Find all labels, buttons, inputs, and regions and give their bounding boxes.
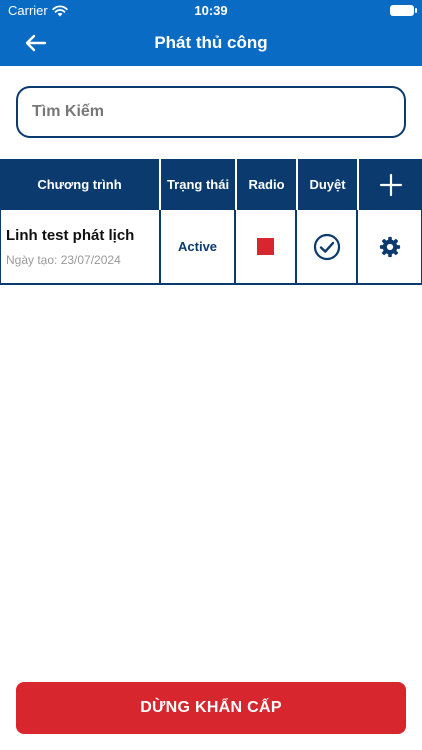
- page-title: Phát thủ công: [154, 33, 268, 52]
- status-cell: Active: [161, 210, 237, 283]
- column-header-program: Chương trình: [0, 159, 161, 210]
- table-header: Chương trình Trạng thái Radio Duyệt: [0, 159, 422, 210]
- emergency-stop-button[interactable]: DỪNG KHẨN CẤP: [16, 682, 406, 734]
- column-header-radio: Radio: [237, 159, 298, 210]
- app-header: Carrier 10:39 Phát thủ công: [0, 0, 422, 66]
- settings-cell: [358, 210, 421, 283]
- status-bar: Carrier 10:39: [0, 0, 422, 22]
- radio-cell: [236, 210, 298, 283]
- gear-icon[interactable]: [379, 236, 401, 258]
- program-cell[interactable]: Linh test phát lịch Ngày tạo: 23/07/2024: [1, 210, 161, 283]
- table-row: Linh test phát lịch Ngày tạo: 23/07/2024…: [0, 210, 422, 285]
- column-header-status: Trạng thái: [161, 159, 237, 210]
- approve-cell: [297, 210, 359, 283]
- program-table: Chương trình Trạng thái Radio Duyệt Linh…: [0, 159, 422, 285]
- search-box: [16, 86, 406, 138]
- plus-icon: [379, 173, 402, 196]
- search-input[interactable]: [18, 88, 404, 136]
- stop-icon[interactable]: [257, 238, 275, 255]
- column-header-approve: Duyệt: [298, 159, 359, 210]
- program-created-date: Ngày tạo: 23/07/2024: [6, 252, 121, 267]
- battery-icon: [390, 5, 417, 16]
- program-name: Linh test phát lịch: [6, 226, 135, 244]
- status-badge: Active: [178, 239, 218, 254]
- add-program-button[interactable]: [359, 159, 422, 210]
- check-circle-icon[interactable]: [313, 233, 341, 261]
- status-time: 10:39: [194, 3, 228, 18]
